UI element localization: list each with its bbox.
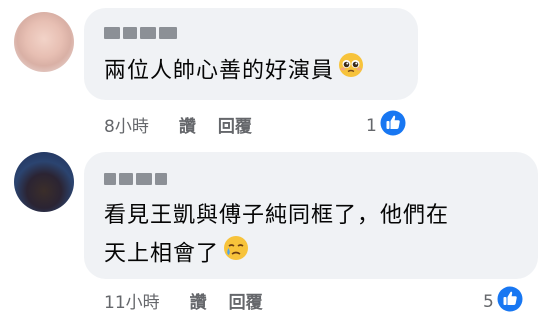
- comment-text-line: 看見王凱與傅子純同框了，他們在: [104, 203, 450, 228]
- comment-text-line: 天上相會了: [104, 241, 220, 267]
- comment-text-line: 兩位人帥心善的好演員: [104, 58, 335, 84]
- reaction-count: 5: [483, 291, 494, 312]
- reaction-summary[interactable]: 5: [483, 286, 523, 317]
- author-name-redacted[interactable]: [104, 26, 177, 40]
- comment-text: 兩位人帥心善的好演員: [104, 52, 364, 91]
- reply-button[interactable]: 回覆: [229, 288, 263, 313]
- comment-meta: 8小時 讚 回覆: [104, 112, 274, 137]
- crying-face-icon: [223, 235, 249, 274]
- comment-text-line-2: 天上相會了: [104, 235, 449, 274]
- avatar[interactable]: [14, 12, 74, 72]
- reaction-count: 1: [366, 115, 377, 136]
- like-button[interactable]: 讚: [179, 112, 196, 137]
- comment-text: 看見王凱與傅子純同框了，他們在 天上相會了: [104, 197, 449, 274]
- avatar[interactable]: [14, 152, 74, 212]
- thumbs-up-icon: [380, 110, 406, 141]
- comment-bubble: 兩位人帥心善的好演員: [84, 8, 418, 100]
- comment-bubble: 看見王凱與傅子純同框了，他們在 天上相會了: [84, 152, 538, 279]
- comment-meta: 11小時 讚 回覆: [104, 288, 285, 313]
- pleading-face-icon: [338, 52, 364, 91]
- reaction-summary[interactable]: 1: [366, 110, 406, 141]
- like-button[interactable]: 讚: [190, 288, 207, 313]
- author-name-redacted[interactable]: [104, 172, 167, 186]
- timestamp[interactable]: 11小時: [104, 288, 160, 313]
- timestamp[interactable]: 8小時: [104, 112, 149, 137]
- thumbs-up-icon: [497, 286, 523, 317]
- reply-button[interactable]: 回覆: [218, 112, 252, 137]
